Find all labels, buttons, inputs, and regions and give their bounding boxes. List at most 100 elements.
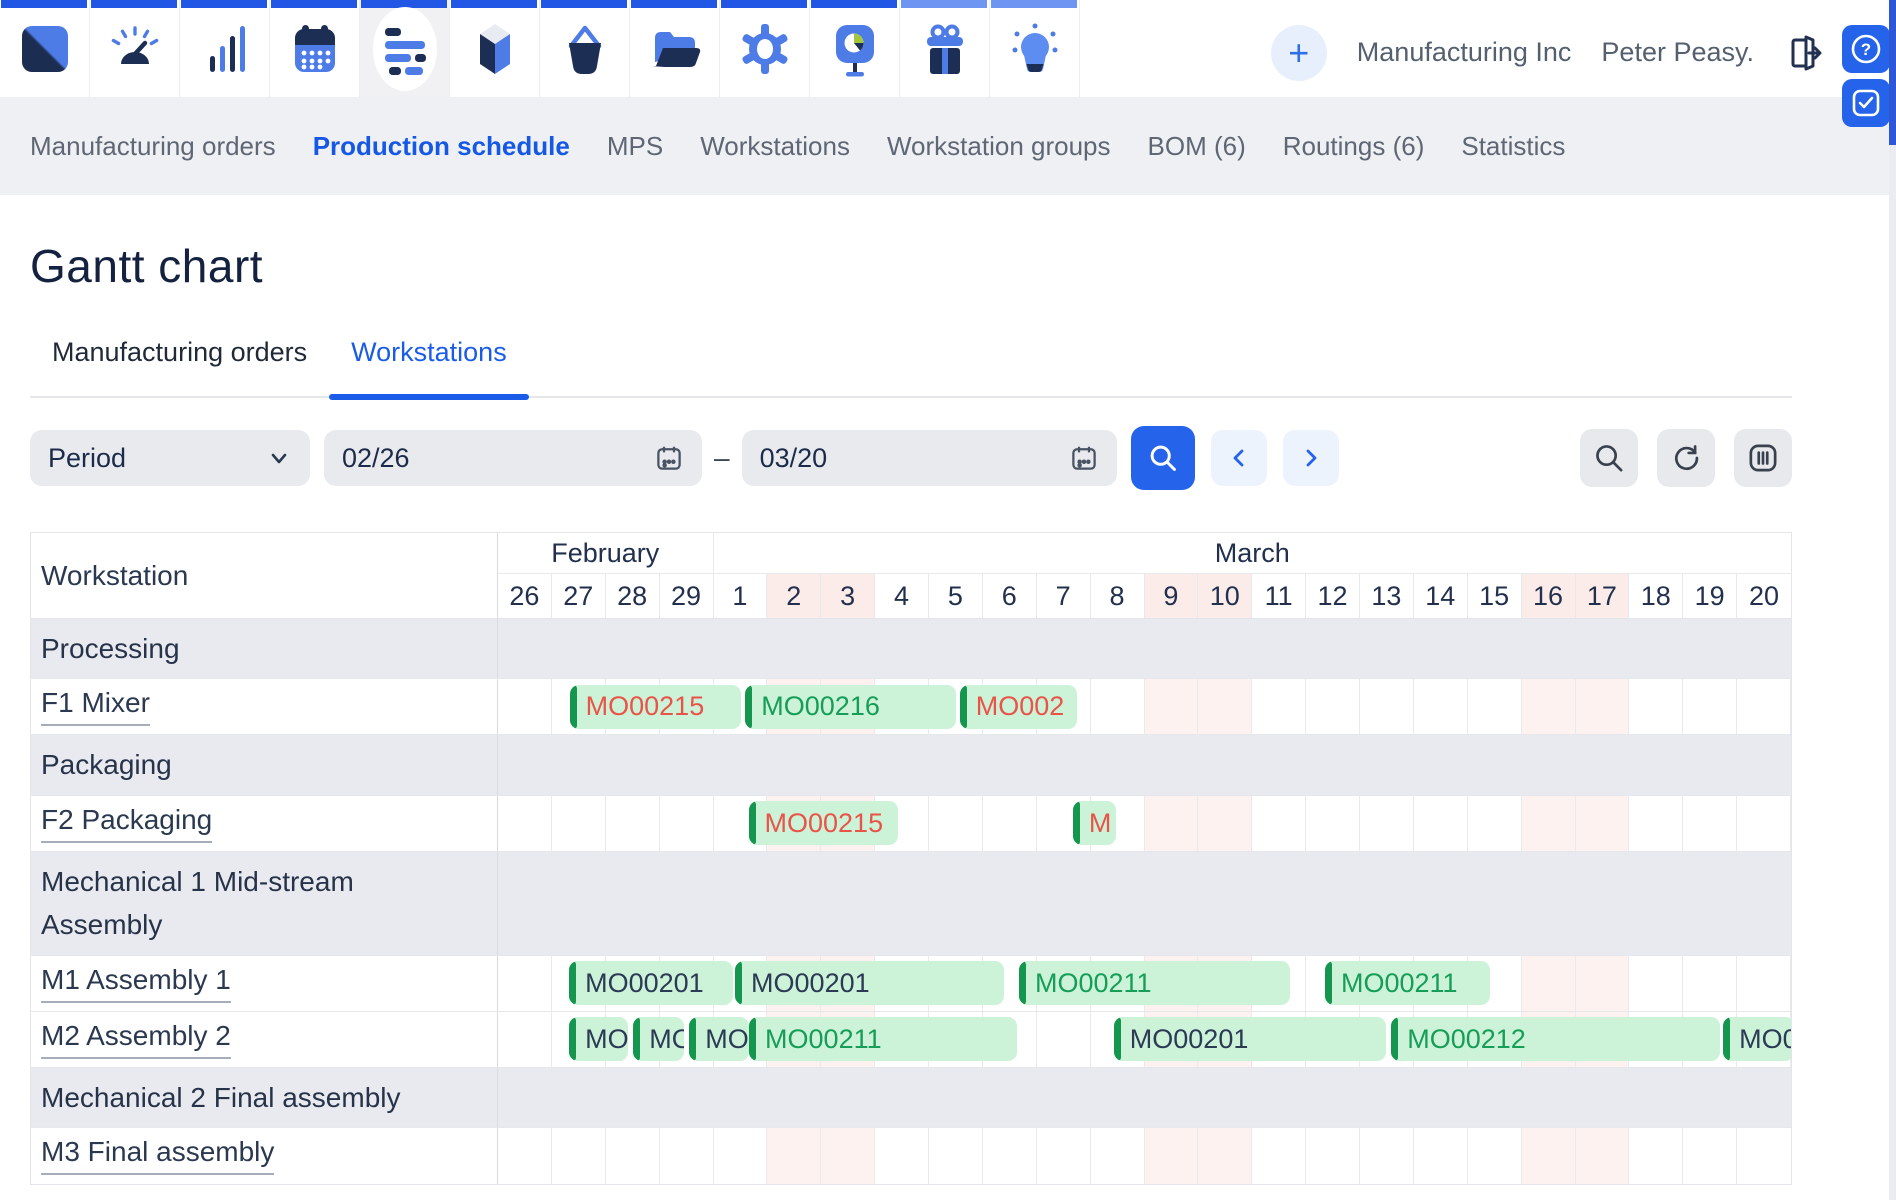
help-button[interactable]: ? (1842, 25, 1890, 73)
app-tile-basket[interactable] (540, 0, 630, 97)
analytics-icon (198, 22, 252, 76)
gantt-bar-mo0[interactable]: MO0 (1723, 1017, 1791, 1061)
nav-item-production-schedule[interactable]: Production schedule (313, 131, 570, 162)
nav-item-routings-6-[interactable]: Routings (6) (1283, 131, 1425, 162)
gantt-bar-mo00211[interactable]: MO00211 (1325, 961, 1490, 1005)
gantt-cell (1683, 679, 1737, 734)
app-tile-analytics[interactable] (180, 0, 270, 97)
bar-start-notch (569, 1017, 576, 1061)
row-label-cell: F1 Mixer (31, 679, 498, 734)
add-button[interactable]: + (1271, 25, 1327, 81)
page-scrollbar[interactable] (1889, 0, 1896, 1200)
gantt-bar-mo[interactable]: MO (569, 1017, 628, 1061)
bar-start-notch (1391, 1017, 1398, 1061)
refresh-button[interactable] (1657, 429, 1715, 487)
day-header-29: 29 (660, 574, 714, 618)
station-link[interactable]: M1 Assembly 1 (41, 964, 231, 1003)
day-header-4: 4 (875, 574, 929, 618)
nav-item-statistics[interactable]: Statistics (1461, 131, 1565, 162)
bar-label: MO00201 (569, 968, 704, 999)
tab-workstations[interactable]: Workstations (329, 323, 529, 396)
nav-item-workstations[interactable]: Workstations (700, 131, 850, 162)
nav-item-workstation-groups[interactable]: Workstation groups (887, 131, 1111, 162)
columns-button[interactable] (1734, 429, 1792, 487)
user-name[interactable]: Peter Peasy. (1601, 37, 1754, 68)
gantt-bar-mo00211[interactable]: MO00211 (749, 1017, 1017, 1061)
bar-start-notch (745, 685, 752, 729)
gantt-cell (1522, 796, 1576, 851)
search-icon (1592, 441, 1626, 475)
app-tile-logo[interactable] (0, 0, 90, 97)
date-to-input[interactable]: 03/20 (742, 430, 1117, 486)
gantt-cell (983, 796, 1037, 851)
prev-period-button[interactable] (1211, 430, 1267, 486)
gantt-bar-mo[interactable]: MO (633, 1017, 684, 1061)
gantt-bar-mo002[interactable]: MO002 (960, 685, 1077, 729)
gantt-cell (1252, 1128, 1306, 1184)
app-tile-gift[interactable] (900, 0, 990, 97)
row-timeline (498, 619, 1791, 678)
day-header-11: 11 (1252, 574, 1306, 618)
day-header-15: 15 (1468, 574, 1522, 618)
gantt-bar-mo00211[interactable]: MO00211 (1019, 961, 1290, 1005)
app-tile-product[interactable] (450, 0, 540, 97)
bar-start-notch (689, 1017, 696, 1061)
apply-period-search-button[interactable] (1131, 426, 1195, 490)
gantt-cell (498, 679, 552, 734)
gantt-bar-mo00201[interactable]: MO00201 (569, 961, 733, 1005)
company-name: Manufacturing Inc (1357, 37, 1572, 68)
nav-item-manufacturing-orders[interactable]: Manufacturing orders (30, 131, 276, 162)
chevron-left-icon (1228, 447, 1250, 469)
gantt-bar-mo00212[interactable]: MO00212 (1391, 1017, 1720, 1061)
tasks-button[interactable] (1842, 79, 1890, 127)
group-row-packaging: Packaging (31, 735, 1791, 795)
station-link[interactable]: M3 Final assembly (41, 1136, 274, 1175)
gantt-bar-m[interactable]: M (1073, 801, 1116, 845)
topbar-right-cluster: + Manufacturing Inc Peter Peasy. (1271, 8, 1824, 97)
gantt-cell (1737, 956, 1791, 1011)
station-link[interactable]: M2 Assembly 2 (41, 1020, 231, 1059)
search-button[interactable] (1580, 429, 1638, 487)
month-header-february: February (498, 533, 714, 573)
next-period-button[interactable] (1283, 430, 1339, 486)
group-label: Processing (41, 627, 180, 670)
scrollbar-thumb[interactable] (1889, 0, 1896, 145)
app-tile-settings[interactable] (720, 0, 810, 97)
gantt-bar-mo00215[interactable]: MO00215 (570, 685, 741, 729)
station-link[interactable]: F1 Mixer (41, 687, 150, 726)
row-label-cell: Mechanical 1 Mid-stream Assembly (31, 852, 498, 955)
app-tile-presentation[interactable] (810, 0, 900, 97)
gantt-body: Processing F1 Mixer MO00215 MO00216MO002 Pac… (31, 619, 1791, 1184)
nav-item-mps[interactable]: MPS (607, 131, 663, 162)
app-tile-dashboard[interactable] (90, 0, 180, 97)
gantt-cell (498, 1012, 552, 1067)
app-tile-calendar[interactable] (270, 0, 360, 97)
gantt-bar-mo00216[interactable]: MO00216 (745, 685, 956, 729)
app-tile-documents[interactable] (630, 0, 720, 97)
bar-label: MO00215 (570, 691, 705, 722)
gantt-cell (1683, 796, 1737, 851)
logout-icon[interactable] (1784, 33, 1824, 73)
gantt-cell (1414, 1128, 1468, 1184)
group-row-processing: Processing (31, 619, 1791, 679)
gantt-cell (1037, 1012, 1091, 1067)
gantt-cell (1360, 1128, 1414, 1184)
gantt-cell (1629, 956, 1683, 1011)
page-content: Gantt chart Manufacturing ordersWorkstat… (0, 239, 1896, 1185)
bar-start-notch (569, 961, 576, 1005)
gantt-cell (929, 796, 983, 851)
app-tile-ideas[interactable] (990, 0, 1080, 97)
nav-item-bom-6-[interactable]: BOM (6) (1148, 131, 1246, 162)
row-label-cell: Packaging (31, 735, 498, 794)
tab-manufacturing-orders[interactable]: Manufacturing orders (30, 323, 329, 396)
app-tile-gantt[interactable] (360, 0, 450, 97)
gantt-bar-mo00215[interactable]: MO00215 (749, 801, 899, 845)
gantt-cell (498, 1128, 552, 1184)
gantt-bar-mo[interactable]: MO (689, 1017, 748, 1061)
gantt-bar-mo00201[interactable]: MO00201 (735, 961, 1004, 1005)
gantt-cell (1629, 796, 1683, 851)
period-select[interactable]: Period (30, 430, 310, 486)
gantt-bar-mo00201[interactable]: MO00201 (1114, 1017, 1387, 1061)
date-from-input[interactable]: 02/26 (324, 430, 702, 486)
station-link[interactable]: F2 Packaging (41, 804, 212, 843)
